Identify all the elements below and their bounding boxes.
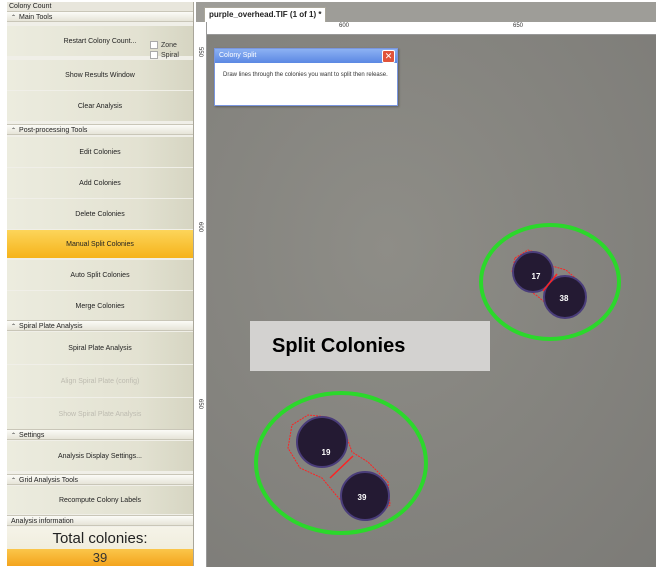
dialog-title-bar: Colony Split ✕ [215, 49, 397, 63]
split-group-ring [254, 391, 428, 535]
close-icon[interactable]: ✕ [382, 50, 395, 63]
colony-split-dialog: Colony Split ✕ Draw lines through the co… [214, 48, 398, 106]
colony-label-19: 19 [322, 448, 331, 457]
split-colonies-caption: Split Colonies [250, 321, 490, 371]
dialog-message: Draw lines through the colonies you want… [223, 72, 388, 78]
dialog-title: Colony Split [219, 52, 257, 59]
colony-19 [296, 416, 348, 468]
colony-label-17: 17 [532, 272, 541, 281]
colony-label-38: 38 [560, 294, 569, 303]
caption-text: Split Colonies [272, 334, 406, 357]
colony-label-39: 39 [358, 493, 367, 502]
